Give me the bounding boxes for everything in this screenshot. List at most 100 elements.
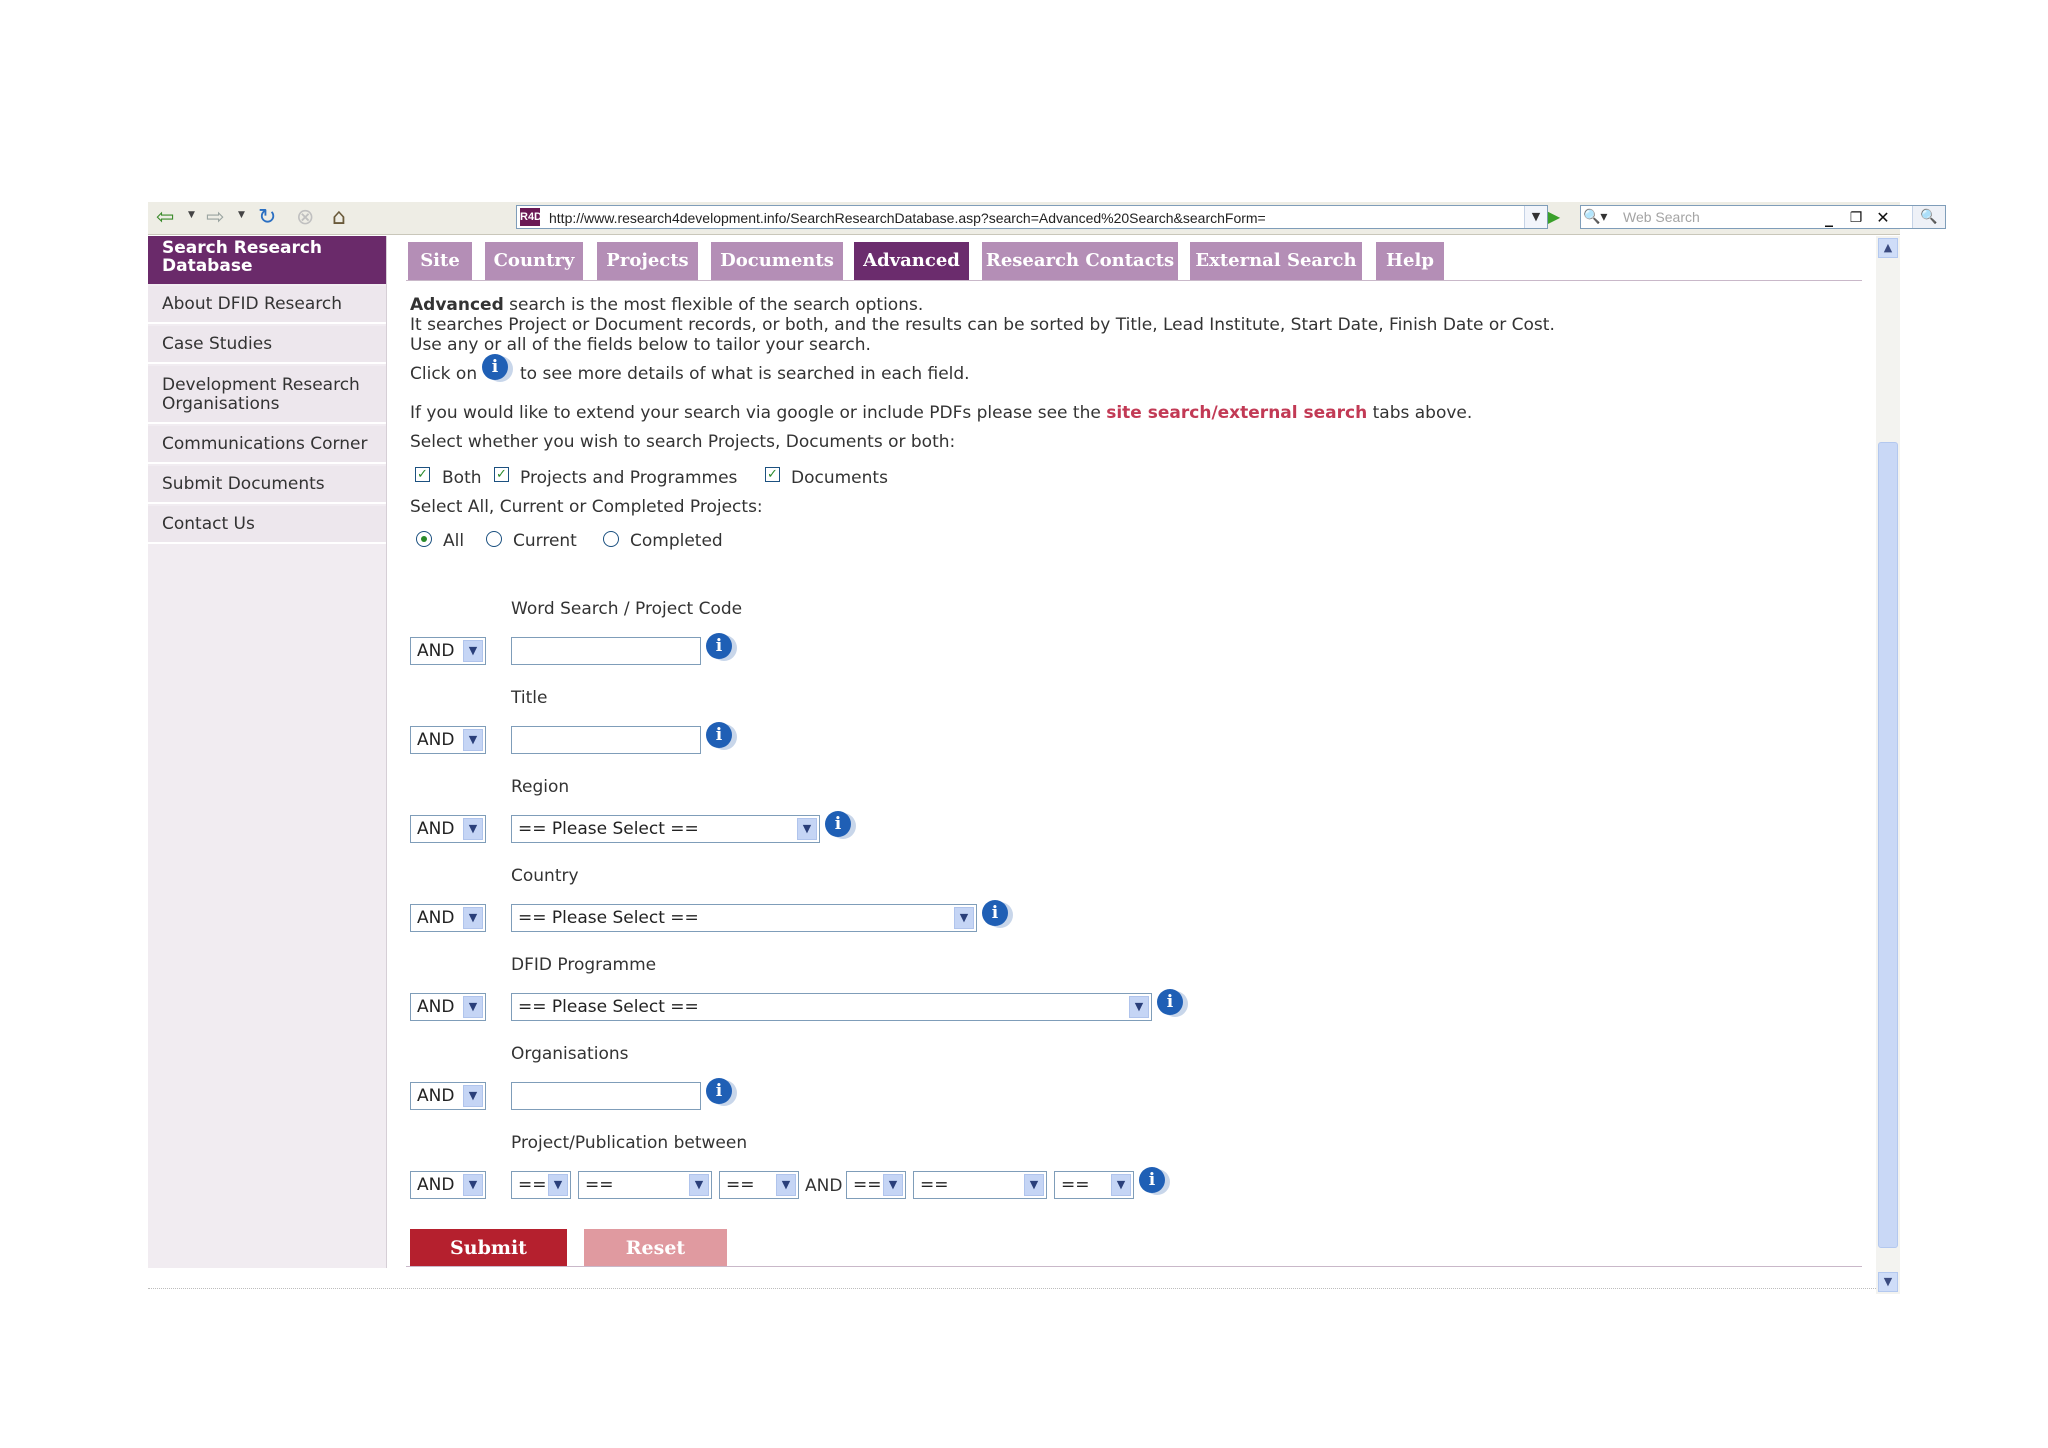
documents-checkbox[interactable]: ✓: [765, 467, 780, 482]
organisations-operator-select[interactable]: AND ▼: [410, 1082, 486, 1110]
sidebar-title: Search Research Database: [148, 236, 386, 284]
sidebar-item-communications-corner[interactable]: Communications Corner: [148, 426, 386, 464]
chevron-down-icon[interactable]: ▼: [548, 1174, 568, 1196]
back-arrow-icon[interactable]: ⇦: [156, 206, 174, 230]
home-icon[interactable]: ⌂: [332, 206, 346, 230]
organisations-input[interactable]: [511, 1082, 701, 1110]
sidebar-item-development-research-organisations[interactable]: Development Research Organisations: [148, 366, 386, 424]
all-radio[interactable]: [416, 531, 432, 547]
to-month-select[interactable]: == ▼: [913, 1171, 1047, 1199]
region-select[interactable]: == Please Select == ▼: [511, 815, 820, 843]
forward-dropdown-icon[interactable]: ▼: [238, 210, 245, 220]
region-operator-select[interactable]: AND ▼: [410, 815, 486, 843]
tab-research-contacts[interactable]: Research Contacts: [982, 242, 1178, 280]
tab-country[interactable]: Country: [485, 242, 583, 280]
word-search-operator-select[interactable]: AND ▼: [410, 637, 486, 665]
programme-operator-select[interactable]: AND ▼: [410, 993, 486, 1021]
from-year-select[interactable]: == ▼: [719, 1171, 799, 1199]
intro-line-2: It searches Project or Document records,…: [410, 315, 1555, 335]
intro-line-3: Use any or all of the fields below to ta…: [410, 335, 871, 355]
chevron-down-icon[interactable]: ▼: [463, 996, 483, 1018]
chevron-down-icon[interactable]: ▼: [1111, 1174, 1131, 1196]
tab-advanced[interactable]: Advanced: [854, 242, 969, 280]
between-info-icon[interactable]: i: [1139, 1167, 1165, 1193]
refresh-icon[interactable]: ↻: [258, 206, 276, 230]
to-year-select[interactable]: == ▼: [1054, 1171, 1134, 1199]
both-checkbox[interactable]: ✓: [415, 467, 430, 482]
title-operator-select[interactable]: AND ▼: [410, 726, 486, 754]
scroll-up-icon[interactable]: ▲: [1878, 238, 1898, 258]
minimize-icon[interactable]: _: [1820, 208, 1838, 228]
stop-icon[interactable]: ⊗: [296, 206, 314, 230]
region-label: Region: [511, 777, 570, 797]
chevron-down-icon[interactable]: ▼: [463, 907, 483, 929]
intro-extend: If you would like to extend your search …: [410, 403, 1472, 423]
projects-programmes-checkbox[interactable]: ✓: [494, 467, 509, 482]
tab-documents[interactable]: Documents: [711, 242, 843, 280]
to-day-select[interactable]: == ▼: [846, 1171, 906, 1199]
word-search-input[interactable]: [511, 637, 701, 665]
current-label: Current: [513, 531, 577, 551]
sidebar-item-about-dfid-research[interactable]: About DFID Research: [148, 286, 386, 324]
both-label: Both: [442, 468, 482, 488]
organisations-info-icon[interactable]: i: [706, 1078, 732, 1104]
address-bar[interactable]: R4D http://www.research4development.info…: [516, 205, 1548, 229]
between-operator-select[interactable]: AND ▼: [410, 1171, 486, 1199]
go-arrow-icon[interactable]: ▶: [1541, 205, 1567, 229]
operator-value: AND: [417, 1086, 455, 1106]
country-info-icon[interactable]: i: [982, 900, 1008, 926]
scroll-thumb[interactable]: [1878, 442, 1898, 1248]
forward-arrow-icon[interactable]: ⇨: [206, 206, 224, 230]
region-info-icon[interactable]: i: [825, 811, 851, 837]
external-search-link[interactable]: external search: [1218, 403, 1368, 423]
restore-icon[interactable]: ❐: [1847, 208, 1865, 228]
current-radio[interactable]: [486, 531, 502, 547]
from-day-select[interactable]: == ▼: [511, 1171, 571, 1199]
reset-button[interactable]: Reset: [584, 1229, 727, 1267]
projects-programmes-label: Projects and Programmes: [520, 468, 738, 488]
programme-label: DFID Programme: [511, 955, 657, 975]
country-select[interactable]: == Please Select == ▼: [511, 904, 977, 932]
chevron-down-icon[interactable]: ▼: [463, 818, 483, 840]
chevron-down-icon[interactable]: ▼: [954, 907, 974, 929]
region-value: == Please Select ==: [518, 819, 699, 839]
tab-external-search[interactable]: External Search: [1190, 242, 1362, 280]
back-dropdown-icon[interactable]: ▼: [188, 210, 195, 220]
sidebar-item-case-studies[interactable]: Case Studies: [148, 326, 386, 364]
from-month-select[interactable]: == ▼: [578, 1171, 712, 1199]
completed-radio[interactable]: [603, 531, 619, 547]
programme-info-icon[interactable]: i: [1157, 989, 1183, 1015]
search-engine-icon[interactable]: 🔍▾: [1583, 207, 1615, 227]
tab-projects[interactable]: Projects: [597, 242, 698, 280]
sidebar-item-submit-documents[interactable]: Submit Documents: [148, 466, 386, 504]
chevron-down-icon[interactable]: ▼: [463, 640, 483, 662]
country-operator-select[interactable]: AND ▼: [410, 904, 486, 932]
intro-extend-post: tabs above.: [1367, 403, 1473, 423]
site-search-link[interactable]: site search: [1106, 403, 1211, 423]
scroll-down-icon[interactable]: ▼: [1878, 1272, 1898, 1292]
search-icon[interactable]: 🔍: [1912, 206, 1945, 228]
chevron-down-icon[interactable]: ▼: [883, 1174, 903, 1196]
chevron-down-icon[interactable]: ▼: [797, 818, 817, 840]
chevron-down-icon[interactable]: ▼: [463, 1174, 483, 1196]
chevron-down-icon[interactable]: ▼: [776, 1174, 796, 1196]
close-icon[interactable]: ✕: [1874, 208, 1892, 228]
chevron-down-icon[interactable]: ▼: [463, 729, 483, 751]
chevron-down-icon[interactable]: ▼: [1129, 996, 1149, 1018]
chevron-down-icon[interactable]: ▼: [689, 1174, 709, 1196]
submit-button[interactable]: Submit: [410, 1229, 567, 1267]
web-search-input[interactable]: Web Search: [1623, 209, 1700, 225]
operator-value: AND: [417, 819, 455, 839]
word-search-info-icon[interactable]: i: [706, 633, 732, 659]
vertical-scrollbar[interactable]: ▲ ▼: [1876, 236, 1900, 1294]
address-url[interactable]: http://www.research4development.info/Sea…: [549, 210, 1266, 226]
chevron-down-icon[interactable]: ▼: [1024, 1174, 1044, 1196]
tab-help[interactable]: Help: [1376, 242, 1444, 280]
sidebar-item-contact-us[interactable]: Contact Us: [148, 506, 386, 544]
programme-select[interactable]: == Please Select == ▼: [511, 993, 1152, 1021]
title-info-icon[interactable]: i: [706, 722, 732, 748]
tab-site[interactable]: Site: [408, 242, 472, 280]
chevron-down-icon[interactable]: ▼: [463, 1085, 483, 1107]
country-label: Country: [511, 866, 579, 886]
title-input[interactable]: [511, 726, 701, 754]
